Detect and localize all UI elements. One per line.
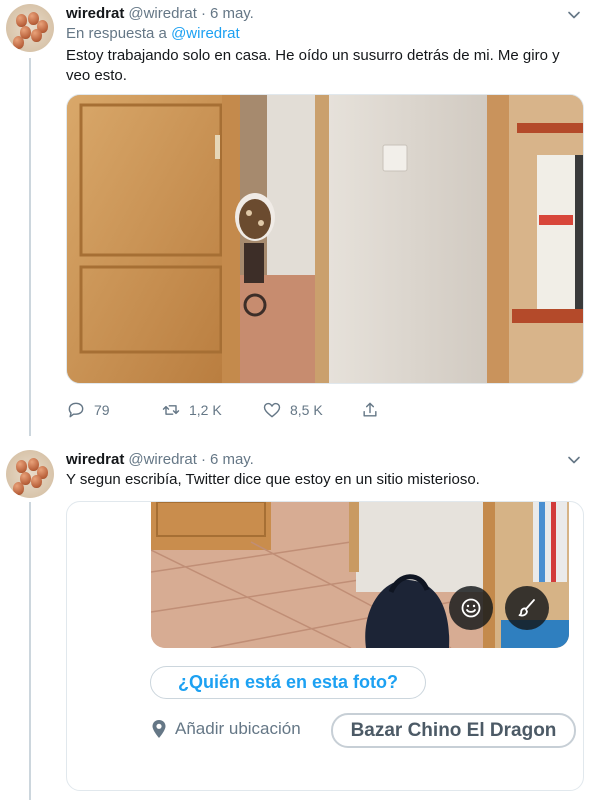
author-name[interactable]: wiredrat	[66, 451, 124, 468]
composer-card: ¿Quién está en esta foto? Añadir ubicaci…	[66, 501, 584, 791]
tweet-time[interactable]: 6 may.	[210, 451, 254, 468]
like-button[interactable]: 8,5 K	[262, 398, 323, 422]
add-location-button[interactable]: Añadir ubicación	[151, 719, 301, 739]
like-count: 8,5 K	[290, 402, 323, 418]
reply-context: En respuesta a @wiredrat	[66, 25, 240, 42]
separator-dot: ·	[200, 451, 206, 468]
author-handle[interactable]: @wiredrat	[128, 5, 197, 22]
smiley-icon	[461, 598, 481, 618]
reply-count: 79	[94, 402, 110, 418]
egg-shape	[13, 36, 24, 49]
author-handle[interactable]: @wiredrat	[128, 451, 197, 468]
reply-button[interactable]: 79	[66, 398, 110, 422]
avatar[interactable]	[6, 450, 54, 498]
sticker-button[interactable]	[449, 586, 493, 630]
photo-hallway-scene	[67, 95, 583, 383]
tweet-photo[interactable]	[66, 94, 584, 384]
egg-shape	[13, 482, 24, 495]
avatar[interactable]	[6, 4, 54, 52]
tweet-header: wiredrat @wiredrat · 6 may.	[66, 451, 254, 468]
chevron-down-icon[interactable]	[567, 8, 581, 22]
chevron-down-icon[interactable]	[567, 453, 581, 467]
author-name[interactable]: wiredrat	[66, 5, 124, 22]
photo-floor-scene	[151, 502, 569, 648]
egg-shape	[31, 475, 42, 488]
retweet-button[interactable]: 1,2 K	[161, 398, 222, 422]
retweet-icon	[162, 405, 180, 415]
share-icon	[363, 402, 377, 417]
tweet-text: Estoy trabajando solo en casa. He oído u…	[66, 47, 560, 84]
reply-mention-link[interactable]: @wiredrat	[171, 25, 240, 42]
reply-icon	[68, 402, 84, 418]
edit-photo-button[interactable]	[505, 586, 549, 630]
like-icon	[263, 402, 281, 418]
share-button[interactable]	[360, 398, 380, 422]
add-location-label: Añadir ubicación	[175, 719, 301, 738]
tweet-header: wiredrat @wiredrat · 6 may.	[66, 5, 254, 22]
tag-people-button[interactable]: ¿Quién está en esta foto?	[150, 666, 426, 699]
egg-shape	[31, 29, 42, 42]
tweet-time[interactable]: 6 may.	[210, 5, 254, 22]
tweet-actions: 79 1,2 K 8,5 K	[66, 398, 396, 422]
location-suggestion-button[interactable]: Bazar Chino El Dragon	[331, 713, 576, 748]
separator-dot: ·	[200, 5, 206, 22]
brush-icon	[518, 599, 535, 617]
tweet-1[interactable]: wiredrat @wiredrat · 6 may. En respuesta…	[0, 0, 593, 440]
tweet-text: Y segun escribía, Twitter dice que estoy…	[66, 471, 480, 488]
location-pin-icon	[152, 720, 166, 738]
retweet-count: 1,2 K	[189, 402, 222, 418]
reply-prefix: En respuesta a	[66, 25, 167, 42]
attached-photo[interactable]	[151, 502, 569, 648]
